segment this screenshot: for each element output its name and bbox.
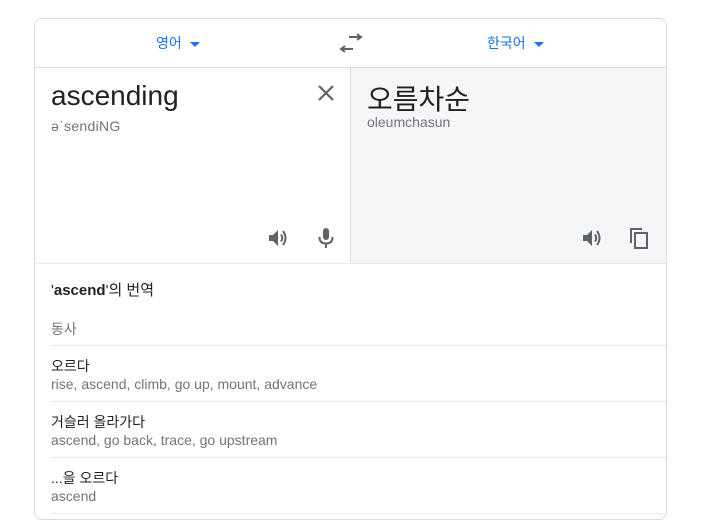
chevron-down-icon	[189, 41, 200, 47]
entry-synonyms: ascend, go back, trace, go upstream	[51, 432, 278, 448]
target-language-label: 한국어	[487, 35, 526, 51]
source-pane[interactable]: ascending əˈsendiNG	[35, 68, 351, 263]
speaker-icon[interactable]	[580, 226, 604, 250]
translation-panes: ascending əˈsendiNG 오름차순 oleumchasun	[35, 68, 666, 264]
dictionary-section: 'ascend'의 번역 동사 오르다 rise, ascend, climb,…	[35, 264, 666, 514]
language-bar: 영어 한국어	[35, 19, 666, 68]
source-language-label: 영어	[156, 35, 182, 51]
entry-synonyms: ascend	[51, 488, 97, 504]
entry-word: 거슬러 올라가다	[51, 414, 146, 430]
dictionary-title-word: ascend	[53, 282, 106, 299]
dictionary-title-suffix: '의 번역	[105, 282, 155, 299]
translate-card: 영어 한국어 ascending əˈsendiNG 오름차순 oleumcha…	[34, 18, 667, 520]
dictionary-entry[interactable]: 오르다 rise, ascend, climb, go up, mount, a…	[51, 346, 666, 402]
source-pronunciation: əˈsendiNG	[51, 118, 121, 134]
speaker-icon[interactable]	[266, 226, 290, 250]
microphone-icon[interactable]	[314, 226, 338, 250]
close-icon[interactable]	[315, 82, 337, 104]
entry-word: ...을 오르다	[51, 470, 119, 486]
part-of-speech-label: 동사	[51, 301, 666, 346]
chevron-down-icon	[533, 41, 544, 47]
translated-text: 오름차순	[367, 84, 471, 115]
entry-word: 오르다	[51, 358, 90, 374]
source-text[interactable]: ascending	[51, 80, 179, 112]
dictionary-entry[interactable]: ...을 오르다 ascend	[51, 458, 666, 514]
swap-icon[interactable]	[339, 33, 363, 53]
copy-icon[interactable]	[627, 226, 651, 250]
dictionary-entry[interactable]: 거슬러 올라가다 ascend, go back, trace, go upst…	[51, 402, 666, 458]
dictionary-title: 'ascend'의 번역	[51, 264, 666, 301]
target-pane: 오름차순 oleumchasun	[351, 68, 666, 263]
target-romanization: oleumchasun	[367, 114, 451, 130]
target-language-selector[interactable]: 한국어	[487, 19, 544, 67]
source-language-selector[interactable]: 영어	[156, 19, 200, 67]
entry-synonyms: rise, ascend, climb, go up, mount, advan…	[51, 376, 318, 392]
